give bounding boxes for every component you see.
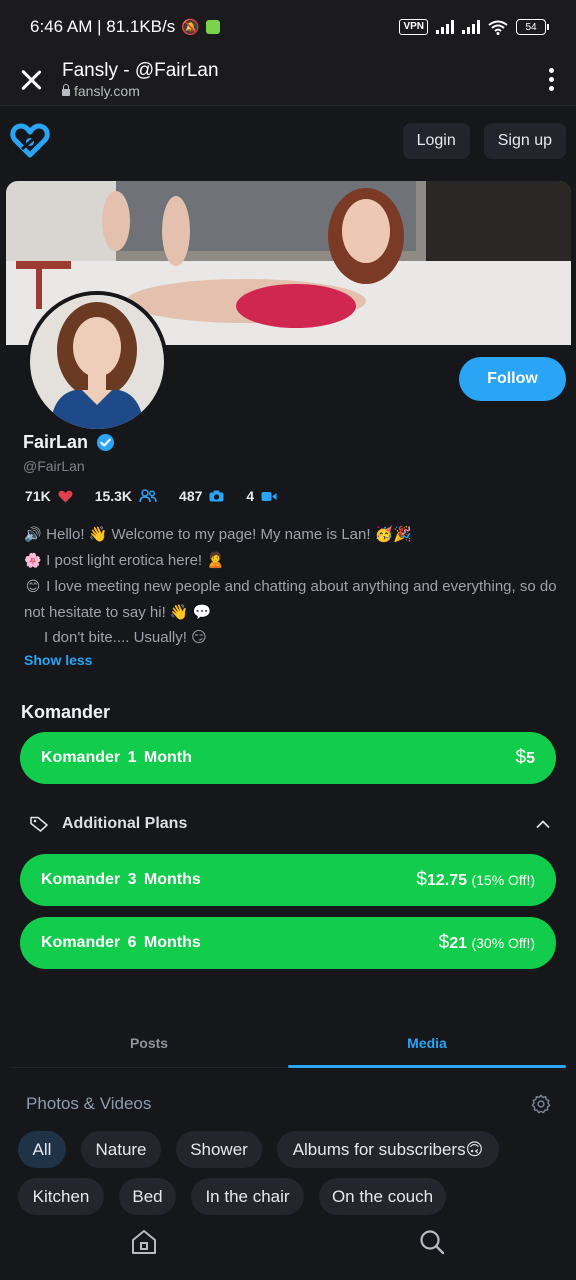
browser-toolbar: Fansly - @FairLan fansly.com	[0, 54, 576, 106]
page-title: Fansly - @FairLan	[62, 60, 219, 81]
search-icon[interactable]	[418, 1228, 446, 1256]
profile-stats: 71K 15.3K 487 4	[25, 488, 299, 504]
photos-stat: 487	[179, 488, 224, 504]
more-vert-icon[interactable]	[546, 68, 556, 91]
wifi-icon	[488, 20, 508, 35]
chevron-up-icon[interactable]	[536, 817, 550, 831]
display-name: FairLan	[23, 432, 89, 452]
tag-icon	[30, 816, 48, 832]
plan-button-6-months[interactable]: Komander 6 Months $21 (30% Off!)	[20, 917, 556, 969]
app-notification-icon	[205, 20, 220, 34]
followers-stat: 15.3K	[95, 488, 157, 504]
filter-chip-all[interactable]: All	[18, 1131, 66, 1168]
bottom-navigation	[0, 1222, 576, 1280]
camera-icon	[209, 490, 224, 502]
users-icon	[139, 489, 157, 503]
verified-icon	[96, 433, 115, 452]
plan-price: $5	[515, 747, 535, 768]
heart-icon	[58, 490, 73, 502]
additional-plans-label: Additional Plans	[62, 815, 188, 832]
signup-button[interactable]: Sign up	[483, 123, 566, 159]
bio-line: I don't bite.... Usually! 😏	[44, 629, 207, 646]
profile-bio: 🔊 Hello! 👋 Welcome to my page! My name i…	[24, 522, 564, 650]
filter-chip-albums[interactable]: Albums for subscribers🙃	[277, 1131, 499, 1168]
fansly-logo-icon[interactable]	[10, 121, 50, 161]
filter-chip-in-the-chair[interactable]: In the chair	[191, 1178, 304, 1215]
signal-icon	[436, 20, 454, 34]
bio-line: 🌸 I post light erotica here! 🙎	[24, 552, 225, 569]
mute-bell-icon: 🔕	[181, 19, 200, 36]
plan-button-1-month[interactable]: Komander 1 Month $5	[20, 732, 556, 784]
filter-chip-kitchen[interactable]: Kitchen	[18, 1178, 104, 1215]
login-button[interactable]: Login	[402, 123, 470, 159]
lock-icon	[62, 84, 70, 96]
battery-icon: 54	[516, 19, 549, 35]
status-time: 6:46 AM | 81.1KB/s	[30, 17, 176, 36]
tab-posts[interactable]: Posts	[10, 1018, 288, 1067]
gear-icon[interactable]	[530, 1093, 552, 1115]
follow-button[interactable]: Follow	[459, 357, 566, 401]
likes-stat: 71K	[25, 488, 73, 504]
status-bar: 6:46 AM | 81.1KB/s 🔕 VPN 54	[0, 0, 576, 54]
vpn-icon: VPN	[399, 19, 428, 35]
filter-chip-on-the-couch[interactable]: On the couch	[319, 1178, 446, 1215]
bio-line: 😊 I love meeting new people and chatting…	[24, 578, 557, 621]
filter-chip-bed[interactable]: Bed	[119, 1178, 176, 1215]
profile-handle: @FairLan	[23, 458, 85, 474]
content-tabs: Posts Media	[10, 1018, 566, 1068]
tier-title: Komander	[21, 702, 111, 722]
page-url: fansly.com	[74, 83, 140, 99]
plan-button-3-months[interactable]: Komander 3 Months $12.75 (15% Off!)	[20, 854, 556, 906]
plan-price: $12.75 (15% Off!)	[416, 869, 535, 890]
close-icon[interactable]	[20, 69, 42, 91]
filter-chip-nature[interactable]: Nature	[81, 1131, 161, 1168]
plan-price: $21 (30% Off!)	[438, 932, 535, 953]
tab-media[interactable]: Media	[288, 1018, 566, 1068]
media-section-title: Photos & Videos	[26, 1094, 152, 1113]
home-icon[interactable]	[130, 1228, 158, 1256]
additional-plans-toggle[interactable]: Additional Plans	[30, 815, 550, 833]
show-less-link[interactable]: Show less	[24, 652, 92, 668]
signal-2-icon	[462, 20, 480, 34]
video-icon	[261, 491, 277, 501]
videos-stat: 4	[246, 488, 277, 504]
bio-line: 🔊 Hello! 👋 Welcome to my page! My name i…	[24, 526, 413, 543]
site-header: Login Sign up	[0, 106, 576, 176]
avatar[interactable]	[26, 291, 168, 433]
filter-chip-shower[interactable]: Shower	[176, 1131, 262, 1168]
